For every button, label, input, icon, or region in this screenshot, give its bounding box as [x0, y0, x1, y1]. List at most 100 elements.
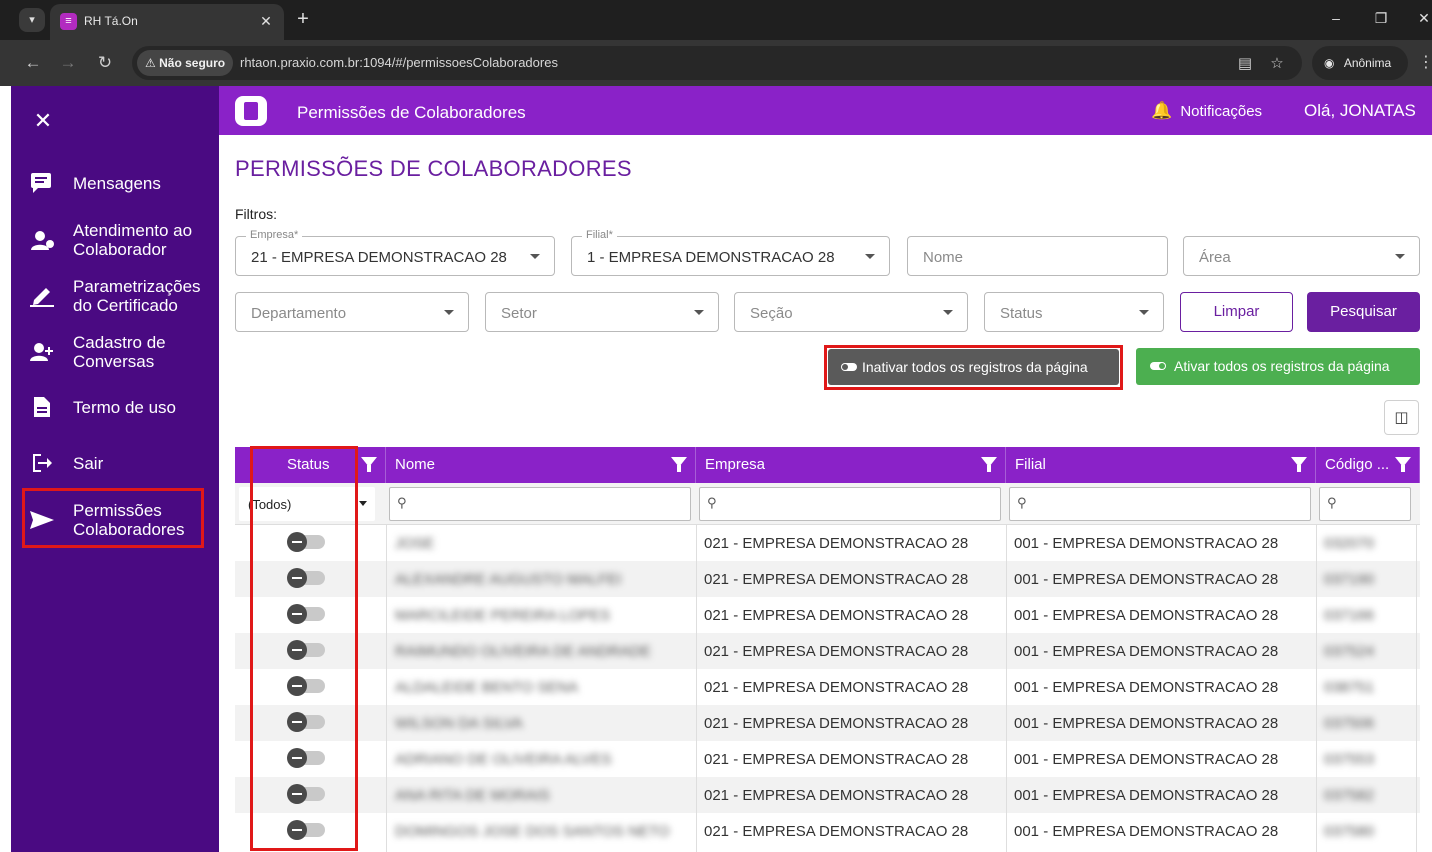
column-header-codigo[interactable]: Código ... — [1316, 447, 1420, 483]
filial-select[interactable]: Filial* 1 - EMPRESA DEMONSTRACAO 28 — [571, 229, 890, 276]
user-greeting[interactable]: Olá, JONATAS — [1304, 101, 1416, 121]
column-header-nome[interactable]: Nome — [386, 447, 696, 483]
table-row[interactable]: ADRIANO DE OLIVEIRA ALVES 021 - EMPRESA D… — [235, 741, 1420, 777]
cell-nome: ADRIANO DE OLIVEIRA ALVES — [395, 751, 612, 768]
empresa-filter-input[interactable]: ⚲ — [699, 487, 1001, 521]
edit-pen-icon — [30, 288, 54, 307]
bell-icon: 🔔 — [1151, 101, 1173, 120]
sidebar-item-atendimento[interactable]: Atendimento ao Colaborador — [11, 221, 219, 261]
chevron-down-icon — [530, 254, 540, 259]
grid-filter-row: (Todos) ⚲ ⚲ ⚲ ⚲ — [235, 483, 1420, 525]
sidebar-item-parametrizacoes[interactable]: Parametrizações do Certificado — [11, 277, 219, 317]
cell-codigo: 037166 — [1324, 607, 1375, 624]
app-logo-icon[interactable] — [235, 96, 267, 126]
search-icon: ⚲ — [707, 495, 717, 510]
sidebar-label-atendimento: Atendimento ao Colaborador — [73, 221, 193, 259]
column-header-filial[interactable]: Filial — [1006, 447, 1316, 483]
filter-icon[interactable] — [361, 457, 377, 472]
search-button[interactable]: Pesquisar — [1307, 292, 1420, 332]
setor-select[interactable]: Setor — [485, 292, 719, 332]
search-icon: ⚲ — [1017, 495, 1027, 510]
chevron-down-icon — [1395, 254, 1405, 259]
sidebar-item-cadastro-conversas[interactable]: Cadastro de Conversas — [11, 333, 219, 373]
window-close-icon[interactable]: ✕ — [1414, 10, 1432, 27]
cell-empresa: 021 - EMPRESA DEMONSTRACAO 28 — [704, 751, 969, 768]
empresa-select[interactable]: Empresa* 21 - EMPRESA DEMONSTRACAO 28 — [235, 229, 555, 276]
filter-icon[interactable] — [1395, 457, 1411, 472]
departamento-select[interactable]: Departamento — [235, 292, 469, 332]
table-row[interactable]: ANA RITA DE MORAIS 021 - EMPRESA DEMONSTR… — [235, 777, 1420, 813]
message-icon — [31, 173, 51, 193]
status-select[interactable]: Status — [984, 292, 1164, 332]
table-row[interactable]: JOSE 021 - EMPRESA DEMONSTRACAO 28 001 - E… — [235, 525, 1420, 561]
activate-all-label: Ativar todos os registros da página — [1174, 358, 1390, 374]
sidebar-item-mensagens[interactable]: Mensagens — [11, 172, 219, 196]
app-header: Permissões de Colaboradores 🔔 Notificaçõ… — [219, 86, 1432, 135]
browser-menu-icon[interactable]: ⋮ — [1418, 52, 1432, 72]
support-user-icon — [31, 231, 54, 250]
nome-placeholder: Nome — [923, 249, 964, 266]
incognito-badge[interactable]: ◉ Anônima — [1312, 46, 1408, 80]
sidebar-item-sair[interactable]: Sair — [11, 452, 219, 476]
table-row[interactable]: DOMINGOS JOSE DOS SANTOS NETO 021 - EMPRE… — [235, 813, 1420, 849]
cell-empresa: 021 - EMPRESA DEMONSTRACAO 28 — [704, 643, 969, 660]
search-icon: ⚲ — [1327, 495, 1337, 510]
column-header-empresa[interactable]: Empresa — [696, 447, 1006, 483]
bookmark-star-icon[interactable]: ☆ — [1268, 54, 1286, 72]
url-text[interactable]: rhtaon.praxio.com.br:1094/#/permissoesCo… — [240, 55, 558, 70]
back-arrow-icon[interactable]: ← — [22, 52, 44, 74]
filter-icon[interactable] — [1291, 457, 1307, 472]
collaborators-grid: Status Nome Empresa Filial Código ... (T… — [235, 447, 1420, 852]
inactivate-highlight — [824, 345, 1123, 390]
table-row[interactable]: MARCILEIDE PEREIRA LOPES 021 - EMPRESA DE… — [235, 597, 1420, 633]
table-row[interactable]: WILSON DA SILVA 021 - EMPRESA DEMONSTRACA… — [235, 705, 1420, 741]
setor-placeholder: Setor — [501, 305, 537, 322]
activate-all-button[interactable]: Ativar todos os registros da página — [1136, 348, 1420, 385]
chevron-down-icon — [1139, 310, 1149, 315]
filter-icon[interactable] — [671, 457, 687, 472]
area-select[interactable]: Área — [1183, 236, 1420, 276]
filial-legend: Filial* — [582, 229, 617, 241]
reload-icon[interactable]: ↻ — [94, 52, 116, 74]
forward-arrow-icon[interactable]: → — [57, 52, 79, 74]
notifications-button[interactable]: 🔔 Notificações — [1151, 101, 1262, 121]
new-tab-plus-icon[interactable]: + — [292, 8, 314, 30]
minimize-icon[interactable]: – — [1326, 10, 1346, 26]
logout-icon — [33, 454, 52, 472]
area-placeholder: Área — [1199, 249, 1231, 266]
filial-filter-input[interactable]: ⚲ — [1009, 487, 1311, 521]
column-label: Filial — [1015, 456, 1046, 473]
secao-placeholder: Seção — [750, 305, 793, 322]
browser-tabstrip: ▾ ≡ RH Tá.On ✕ + – ❐ ✕ — [0, 0, 1432, 40]
table-row[interactable]: RAIMUNDO OLIVEIRA DE ANDRADE 021 - EMPRES… — [235, 633, 1420, 669]
search-icon: ⚲ — [397, 495, 407, 510]
tab-close-icon[interactable]: ✕ — [256, 11, 276, 31]
tab-search-chevron-icon[interactable]: ▾ — [19, 8, 45, 32]
cell-codigo: 037553 — [1324, 751, 1375, 768]
empresa-value: 21 - EMPRESA DEMONSTRACAO 28 — [251, 249, 507, 266]
address-bar[interactable]: ⚠ Não seguro rhtaon.praxio.com.br:1094/#… — [132, 46, 1302, 80]
chevron-down-icon — [943, 310, 953, 315]
person-add-icon — [30, 343, 53, 361]
clear-button[interactable]: Limpar — [1180, 292, 1293, 332]
browser-tab[interactable]: ≡ RH Tá.On ✕ — [50, 4, 284, 40]
secao-select[interactable]: Seção — [734, 292, 968, 332]
cell-filial: 001 - EMPRESA DEMONSTRACAO 28 — [1014, 643, 1279, 660]
table-row[interactable]: ALEXANDRE AUGUSTO MALFEI 021 - EMPRESA DE… — [235, 561, 1420, 597]
browser-toolbar: ← → ↻ ⚠ Não seguro rhtaon.praxio.com.br:… — [0, 40, 1432, 86]
codigo-filter-input[interactable]: ⚲ — [1319, 487, 1411, 521]
translate-icon[interactable]: ▤ — [1236, 54, 1254, 72]
sidebar-item-termo-uso[interactable]: Termo de uso — [11, 396, 219, 420]
tab-title: RH Tá.On — [84, 14, 138, 28]
notifications-label: Notificações — [1180, 103, 1263, 120]
table-row[interactable]: ALDALEIDE BENTO SENA 021 - EMPRESA DEMONS… — [235, 669, 1420, 705]
cell-codigo: 037582 — [1324, 787, 1375, 804]
restore-icon[interactable]: ❐ — [1371, 10, 1391, 27]
nome-filter-input[interactable]: ⚲ — [389, 487, 691, 521]
close-menu-icon[interactable]: ✕ — [31, 108, 55, 134]
cell-nome: ALEXANDRE AUGUSTO MALFEI — [395, 571, 622, 588]
nome-input[interactable]: Nome — [907, 236, 1168, 276]
column-chooser-icon[interactable]: ◫ — [1384, 400, 1419, 435]
security-chip[interactable]: ⚠ Não seguro — [137, 50, 234, 76]
filter-icon[interactable] — [981, 457, 997, 472]
